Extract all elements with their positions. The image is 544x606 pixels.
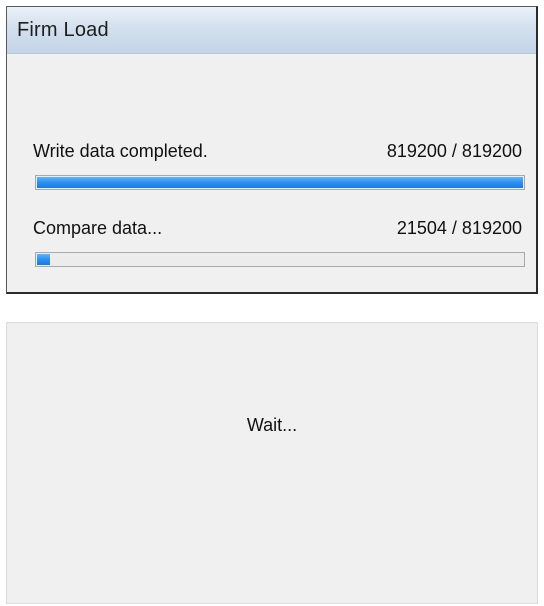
firm-load-window: Firm Load Write data completed. 819200 /… xyxy=(6,6,538,294)
compare-status-label: Compare data... xyxy=(33,218,163,238)
write-progress-fill xyxy=(37,177,523,188)
window-title: Firm Load xyxy=(17,19,109,41)
page: Firm Load Write data completed. 819200 /… xyxy=(0,0,544,606)
title-bar[interactable]: Firm Load xyxy=(7,7,536,54)
wait-message: Wait... xyxy=(246,415,298,435)
write-status-label: Write data completed. xyxy=(33,141,208,161)
wait-dialog: Wait... xyxy=(6,322,538,604)
write-progress-bar xyxy=(35,175,525,190)
compare-progress-bar xyxy=(35,252,525,267)
write-progress-count: 819200 / 819200 xyxy=(386,141,522,161)
compare-progress-count: 21504 / 819200 xyxy=(396,218,522,238)
compare-progress-fill xyxy=(37,254,50,265)
